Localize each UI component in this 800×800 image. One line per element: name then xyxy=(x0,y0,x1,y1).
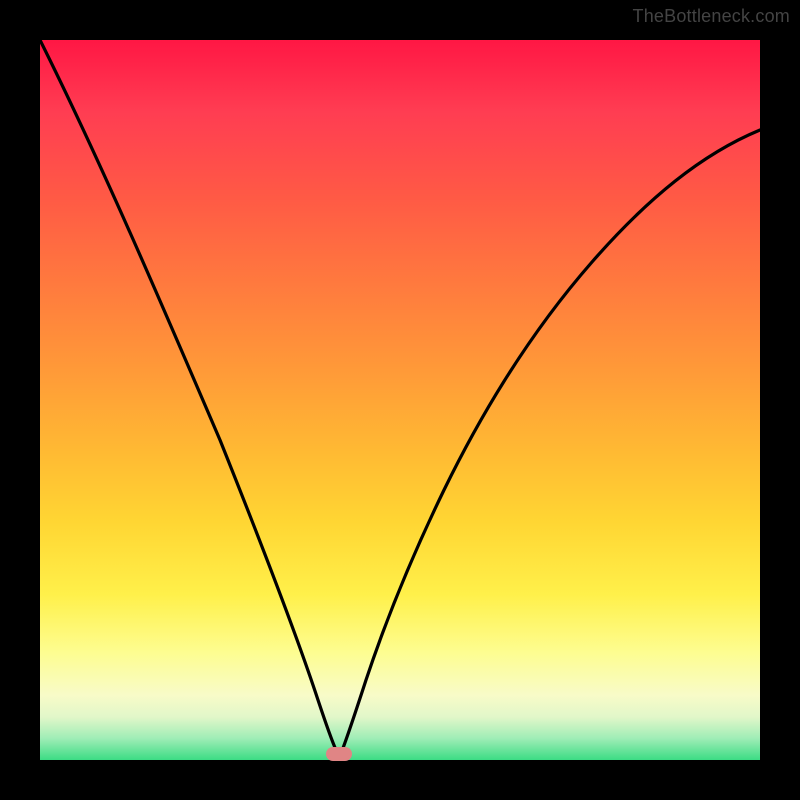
bottleneck-curve-path xyxy=(40,40,760,756)
min-marker xyxy=(326,747,352,761)
chart-frame: TheBottleneck.com xyxy=(0,0,800,800)
curve-svg xyxy=(40,40,760,760)
plot-area xyxy=(40,40,760,760)
watermark-label: TheBottleneck.com xyxy=(633,6,790,27)
